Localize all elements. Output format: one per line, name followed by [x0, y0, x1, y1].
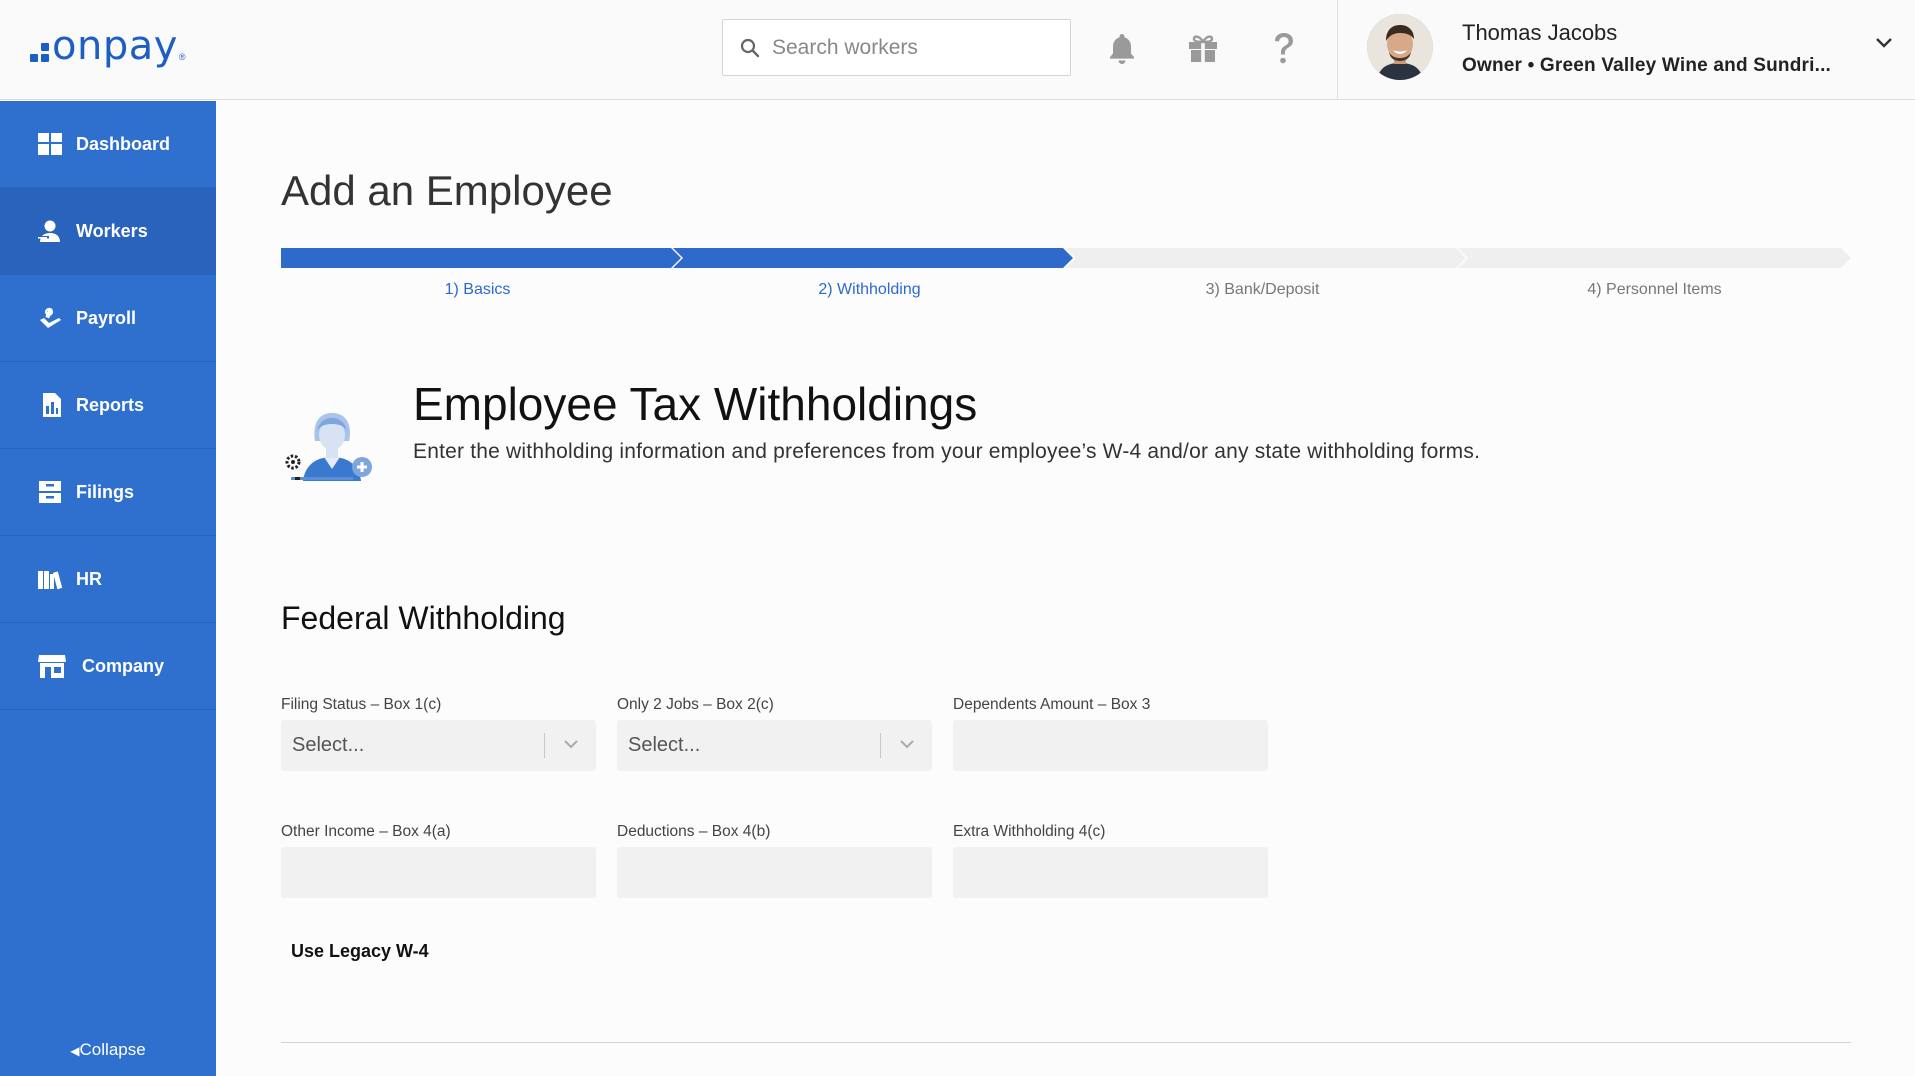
- header-divider: [1337, 0, 1338, 100]
- employee-tax-icon: [279, 391, 383, 495]
- use-legacy-w4-link[interactable]: Use Legacy W-4: [291, 941, 429, 962]
- select-separator: [544, 733, 545, 758]
- reports-icon: [38, 391, 66, 419]
- sidebar-item-filings[interactable]: Filings: [0, 449, 216, 536]
- tax-withholdings-description: Enter the withholding information and pr…: [413, 440, 1481, 463]
- page-title: Add an Employee: [281, 167, 613, 214]
- logo-dots: [30, 43, 49, 62]
- sidebar: Dashboard Workers Payroll Reports Filing…: [0, 101, 216, 1076]
- main-content: Add an Employee 1) Basics 2) Withholding…: [216, 101, 1915, 1076]
- logo-text: onpay: [52, 23, 178, 69]
- sidebar-item-workers[interactable]: Workers: [0, 188, 216, 275]
- chevron-down-icon[interactable]: [1874, 36, 1894, 55]
- filing-status-select[interactable]: Select...: [281, 720, 596, 771]
- step-withholding[interactable]: 2) Withholding: [673, 281, 1066, 299]
- caret-left-icon: ◀: [70, 1044, 80, 1058]
- filing-status-field: Filing Status – Box 1(c) Select...: [281, 696, 596, 771]
- sidebar-item-company[interactable]: Company: [0, 623, 216, 710]
- hr-icon: [36, 565, 64, 593]
- filing-status-value: Select...: [292, 734, 365, 756]
- sidebar-item-reports[interactable]: Reports: [0, 362, 216, 449]
- collapse-label: Collapse: [79, 1040, 146, 1059]
- only-2-jobs-label: Only 2 Jobs – Box 2(c): [617, 696, 774, 713]
- filings-icon: [36, 478, 64, 506]
- logo-reg-mark: ®: [178, 52, 186, 62]
- only-2-jobs-field: Only 2 Jobs – Box 2(c) Select...: [617, 696, 932, 771]
- gift-icon[interactable]: [1185, 28, 1221, 68]
- deductions-label: Deductions – Box 4(b): [617, 823, 771, 840]
- sidebar-item-label: Payroll: [76, 307, 137, 328]
- dependents-amount-input[interactable]: [953, 720, 1268, 771]
- other-income-field: Other Income – Box 4(a): [281, 823, 596, 898]
- sidebar-item-label: Reports: [76, 394, 145, 415]
- dashboard-icon: [36, 130, 64, 158]
- sidebar-item-label: Filings: [76, 481, 134, 502]
- chevron-down-icon: [900, 740, 914, 749]
- tax-withholdings-title: Employee Tax Withholdings: [413, 378, 978, 430]
- sidebar-item-payroll[interactable]: Payroll: [0, 275, 216, 362]
- collapse-button[interactable]: ◀Collapse: [0, 1040, 216, 1060]
- extra-withholding-field: Extra Withholding 4(c): [953, 823, 1268, 898]
- select-separator: [880, 733, 881, 758]
- bell-icon[interactable]: [1104, 28, 1140, 68]
- progress-steps: 1) Basics 2) Withholding 3) Bank/Deposit…: [281, 248, 1851, 298]
- sidebar-item-label: Company: [82, 655, 165, 676]
- sidebar-item-hr[interactable]: HR: [0, 536, 216, 623]
- extra-withholding-input[interactable]: [953, 847, 1268, 898]
- divider: [281, 1042, 1851, 1043]
- sidebar-item-dashboard[interactable]: Dashboard: [0, 101, 216, 188]
- user-name[interactable]: Thomas Jacobs: [1462, 20, 1617, 46]
- only-2-jobs-select[interactable]: Select...: [617, 720, 932, 771]
- step-bar-1: [281, 248, 681, 268]
- workers-icon: [36, 217, 64, 245]
- dependents-amount-label: Dependents Amount – Box 3: [953, 696, 1151, 713]
- sidebar-item-label: Workers: [76, 220, 148, 241]
- chevron-down-icon: [564, 740, 578, 749]
- deductions-input[interactable]: [617, 847, 932, 898]
- search-input[interactable]: [772, 35, 1062, 60]
- federal-withholding-title: Federal Withholding: [281, 600, 566, 636]
- help-icon[interactable]: [1266, 28, 1302, 68]
- step-basics[interactable]: 1) Basics: [281, 281, 674, 299]
- extra-withholding-label: Extra Withholding 4(c): [953, 823, 1106, 840]
- company-icon: [36, 652, 68, 680]
- deductions-field: Deductions – Box 4(b): [617, 823, 932, 898]
- search-box[interactable]: [722, 19, 1071, 76]
- step-personnel-items: 4) Personnel Items: [1587, 281, 1722, 298]
- dependents-amount-field: Dependents Amount – Box 3: [953, 696, 1268, 771]
- payroll-icon: [36, 304, 64, 332]
- filing-status-label: Filing Status – Box 1(c): [281, 696, 442, 713]
- sidebar-item-label: Dashboard: [76, 133, 171, 154]
- step-bank-deposit: 3) Bank/Deposit: [1205, 281, 1320, 298]
- top-bar: onpay ® Thomas Jacobs Owner • Green Vall…: [0, 0, 1915, 100]
- search-icon: [740, 38, 760, 57]
- step-bar-3: [1066, 248, 1466, 268]
- other-income-input[interactable]: [281, 847, 596, 898]
- other-income-label: Other Income – Box 4(a): [281, 823, 451, 840]
- user-company[interactable]: Owner • Green Valley Wine and Sundri...: [1462, 55, 1831, 77]
- step-bar-2: [673, 248, 1073, 268]
- sidebar-item-label: HR: [76, 568, 102, 589]
- onpay-logo[interactable]: onpay ®: [30, 24, 186, 68]
- only-2-jobs-value: Select...: [628, 734, 701, 756]
- step-bar-4: [1458, 248, 1851, 268]
- avatar[interactable]: [1367, 14, 1433, 80]
